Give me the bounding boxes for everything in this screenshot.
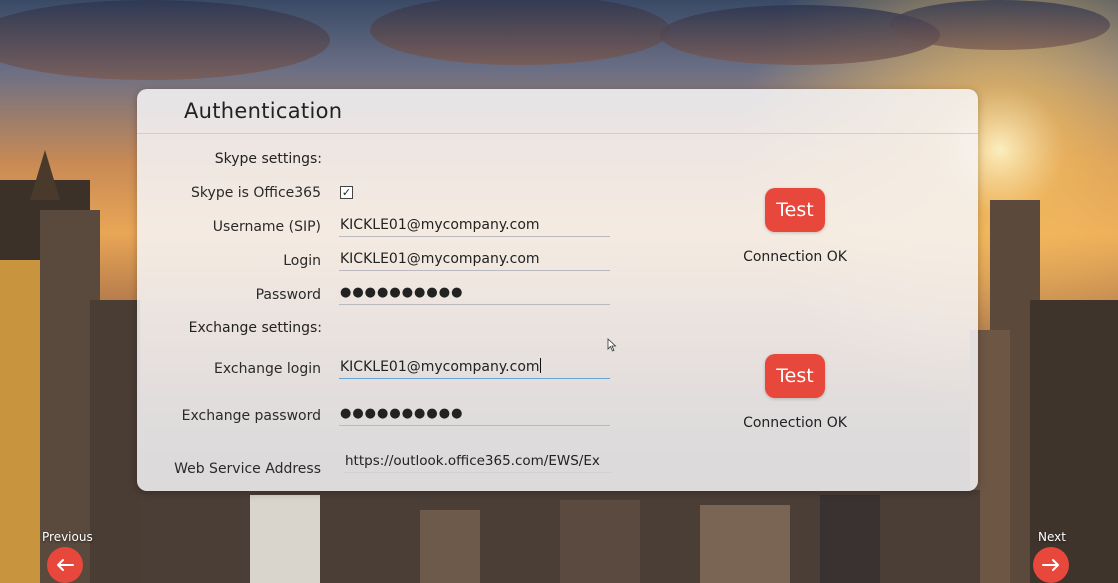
username-value: KICKLE01@mycompany.com xyxy=(340,217,540,233)
skype-test-button[interactable]: Test xyxy=(765,188,825,232)
skype-connection-status: Connection OK xyxy=(743,249,847,265)
exchange-login-value: KICKLE01@mycompany.com xyxy=(340,359,540,375)
exchange-connection-status: Connection OK xyxy=(743,415,847,431)
arrow-right-icon xyxy=(1042,559,1059,571)
username-field[interactable]: KICKLE01@mycompany.com xyxy=(339,214,610,237)
office365-checkbox[interactable]: ✓ xyxy=(340,186,353,199)
exchange-login-label: Exchange login xyxy=(214,361,321,377)
password-field[interactable]: ●●●●●●●●●● xyxy=(339,282,610,305)
password-label: Password xyxy=(255,287,321,303)
login-field[interactable]: KICKLE01@mycompany.com xyxy=(339,248,610,271)
previous-label: Previous xyxy=(42,530,93,544)
skype-section-label: Skype settings: xyxy=(214,151,322,167)
exchange-password-label: Exchange password xyxy=(181,408,321,424)
text-caret xyxy=(539,358,541,373)
title-divider xyxy=(137,133,978,134)
arrow-left-icon xyxy=(57,559,74,571)
panel-title: Authentication xyxy=(184,99,343,123)
login-label: Login xyxy=(283,253,321,269)
next-label: Next xyxy=(1038,530,1066,544)
exchange-password-value: ●●●●●●●●●● xyxy=(340,406,464,421)
authentication-panel: Authentication Skype settings: Skype is … xyxy=(137,89,978,491)
exchange-section-label: Exchange settings: xyxy=(188,320,322,336)
ews-label: Web Service Address xyxy=(174,461,321,477)
previous-button[interactable] xyxy=(47,547,83,583)
login-value: KICKLE01@mycompany.com xyxy=(340,251,540,267)
mouse-cursor-icon xyxy=(607,338,617,352)
next-button[interactable] xyxy=(1033,547,1069,583)
exchange-login-field[interactable]: KICKLE01@mycompany.com xyxy=(339,356,610,379)
exchange-password-field[interactable]: ●●●●●●●●●● xyxy=(339,403,610,426)
ews-address-field[interactable]: https://outlook.office365.com/EWS/Ex xyxy=(344,450,611,473)
ews-address-value: https://outlook.office365.com/EWS/Ex xyxy=(345,453,600,469)
office365-label: Skype is Office365 xyxy=(191,185,321,201)
username-label: Username (SIP) xyxy=(212,219,321,235)
exchange-test-button[interactable]: Test xyxy=(765,354,825,398)
password-value: ●●●●●●●●●● xyxy=(340,285,464,300)
